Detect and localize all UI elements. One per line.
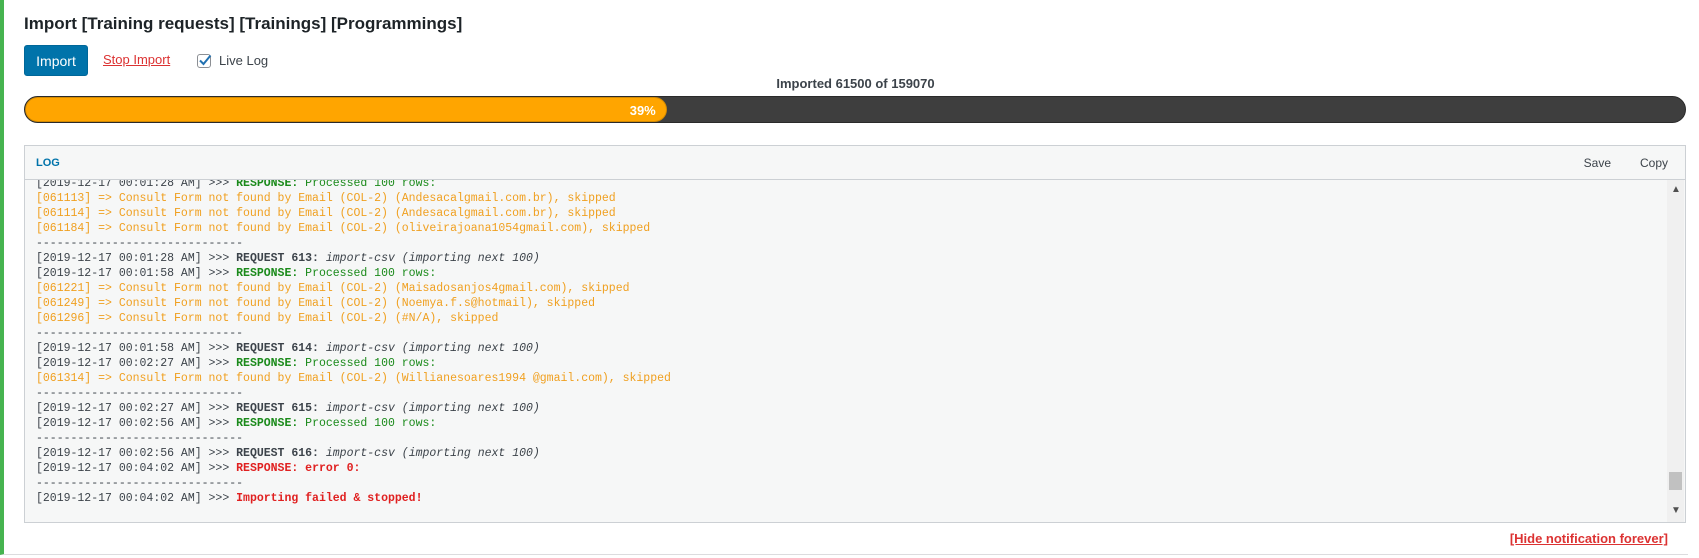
log-line-segment xyxy=(319,402,326,415)
scroll-up-icon[interactable]: ▲ xyxy=(1671,185,1681,195)
log-line-segment: [061314] => Consult Form not found by Em… xyxy=(36,372,671,385)
log-line-segment: [2019-12-17 00:01:28 AM] >>> xyxy=(36,252,237,265)
log-line: [061249] => Consult Form not found by Em… xyxy=(36,296,671,311)
scrollbar-thumb[interactable] xyxy=(1669,472,1682,490)
log-line-segment: Processed 100 rows: xyxy=(298,180,437,190)
log-line: [061184] => Consult Form not found by Em… xyxy=(36,221,671,236)
log-line: [2019-12-17 00:04:02 AM] >>> Importing f… xyxy=(36,491,671,506)
progress-percent: 39% xyxy=(629,103,656,118)
log-line-segment xyxy=(319,447,326,460)
log-line: [2019-12-17 00:01:58 AM] >>> REQUEST 614… xyxy=(36,341,671,356)
live-log-toggle[interactable]: Live Log xyxy=(197,53,268,68)
log-line: [2019-12-17 00:04:02 AM] >>> RESPONSE: e… xyxy=(36,461,671,476)
log-line-segment: [061221] => Consult Form not found by Em… xyxy=(36,282,630,295)
log-copy-button[interactable]: Copy xyxy=(1640,156,1668,170)
log-line: ------------------------------ xyxy=(36,431,671,446)
log-line-segment: Importing failed & stopped! xyxy=(236,492,423,505)
log-line: [061113] => Consult Form not found by Em… xyxy=(36,191,671,206)
live-log-label: Live Log xyxy=(219,53,269,68)
log-line-segment: import-csv (importing next 100) xyxy=(325,402,540,415)
log-line-segment: [2019-12-17 00:01:28 AM] >>> xyxy=(36,180,237,190)
log-line: ------------------------------ xyxy=(36,326,671,341)
live-log-checkbox[interactable] xyxy=(197,53,212,68)
log-line-segment: [061113] => Consult Form not found by Em… xyxy=(36,192,616,205)
scroll-down-icon[interactable]: ▼ xyxy=(1671,506,1681,516)
log-line-segment: import-csv (importing next 100) xyxy=(325,342,540,355)
log-line: [061221] => Consult Form not found by Em… xyxy=(36,281,671,296)
log-line: ------------------------------ xyxy=(36,476,671,491)
log-line-segment: import-csv (importing next 100) xyxy=(325,447,540,460)
log-line-segment: ------------------------------ xyxy=(36,387,244,400)
log-line-segment: [2019-12-17 00:02:27 AM] >>> xyxy=(36,402,237,415)
log-header: LOG Save Copy xyxy=(25,146,1685,180)
progress-status: Imported 61500 of 159070 xyxy=(776,76,935,91)
log-line-segment: ------------------------------ xyxy=(36,432,244,445)
log-line-segment: [2019-12-17 00:01:58 AM] >>> xyxy=(36,342,237,355)
log-line-segment: Processed 100 rows: xyxy=(298,267,437,280)
stop-import-link[interactable]: Stop Import xyxy=(103,52,170,67)
log-line: [061296] => Consult Form not found by Em… xyxy=(36,311,671,326)
log-line-segment: [2019-12-17 00:02:56 AM] >>> xyxy=(36,447,237,460)
log-line-segment: [2019-12-17 00:04:02 AM] >>> xyxy=(36,492,237,505)
log-line: [2019-12-17 00:01:58 AM] >>> RESPONSE: P… xyxy=(36,266,671,281)
log-line-segment: [2019-12-17 00:01:58 AM] >>> xyxy=(36,267,237,280)
log-line: ------------------------------ xyxy=(36,236,671,251)
log-line-segment: [061249] => Consult Form not found by Em… xyxy=(36,297,595,310)
log-line-segment: RESPONSE: xyxy=(236,180,299,190)
log-line-segment: [061184] => Consult Form not found by Em… xyxy=(36,222,651,235)
log-line: [061314] => Consult Form not found by Em… xyxy=(36,371,671,386)
log-line-segment: REQUEST 613: xyxy=(236,252,319,265)
log-line-segment xyxy=(319,342,326,355)
notice-title: Import [Training requests] [Trainings] [… xyxy=(24,14,463,33)
log-line-segment: [2019-12-17 00:02:27 AM] >>> xyxy=(36,357,237,370)
log-line-segment: REQUEST 616: xyxy=(236,447,319,460)
log-line: [2019-12-17 00:01:28 AM] >>> RESPONSE: P… xyxy=(36,180,671,191)
log-line: [2019-12-17 00:02:27 AM] >>> RESPONSE: P… xyxy=(36,356,671,371)
log-line-segment: ------------------------------ xyxy=(36,237,244,250)
import-notice: Import [Training requests] [Trainings] [… xyxy=(0,0,1688,555)
log-line: [061114] => Consult Form not found by Em… xyxy=(36,206,671,221)
log-line-segment: ------------------------------ xyxy=(36,327,244,340)
log-title: LOG xyxy=(36,157,60,169)
log-line-segment: import-csv (importing next 100) xyxy=(325,252,540,265)
log-line-segment: REQUEST 615: xyxy=(236,402,319,415)
log-line-segment: [061114] => Consult Form not found by Em… xyxy=(36,207,616,220)
log-line-segment: ------------------------------ xyxy=(36,477,244,490)
log-line-segment xyxy=(319,252,326,265)
log-line-segment: Processed 100 rows: xyxy=(298,417,437,430)
import-button[interactable]: Import xyxy=(24,45,88,76)
log-line: [2019-12-17 00:02:56 AM] >>> REQUEST 616… xyxy=(36,446,671,461)
log-line: [2019-12-17 00:02:56 AM] >>> RESPONSE: P… xyxy=(36,416,671,431)
log-line: [2019-12-17 00:02:27 AM] >>> REQUEST 615… xyxy=(36,401,671,416)
checkmark-icon xyxy=(199,54,212,65)
log-scrollbar[interactable]: ▲ ▼ xyxy=(1667,180,1684,522)
log-line-segment: [2019-12-17 00:02:56 AM] >>> xyxy=(36,417,237,430)
log-output[interactable]: [2019-12-17 00:01:28 AM] >>> RESPONSE: P… xyxy=(25,180,1667,522)
log-line-segment: RESPONSE: xyxy=(236,357,299,370)
log-save-button[interactable]: Save xyxy=(1584,156,1611,170)
log-line-segment: error 0: xyxy=(298,462,361,475)
log-line-segment: RESPONSE: xyxy=(236,417,299,430)
log-line: ------------------------------ xyxy=(36,386,671,401)
log-panel: LOG Save Copy [2019-12-17 00:01:28 AM] >… xyxy=(24,145,1686,523)
log-line-segment: [2019-12-17 00:04:02 AM] >>> xyxy=(36,462,237,475)
progress-bar: 39% xyxy=(24,96,1686,123)
log-line-segment: Processed 100 rows: xyxy=(298,357,437,370)
progress-fill: 39% xyxy=(25,97,667,122)
hide-notification-link[interactable]: [Hide notification forever] xyxy=(1510,531,1668,546)
log-line-segment: RESPONSE: xyxy=(236,267,299,280)
log-line-segment: REQUEST 614: xyxy=(236,342,319,355)
log-line-segment: RESPONSE: xyxy=(236,462,299,475)
log-line: [2019-12-17 00:01:28 AM] >>> REQUEST 613… xyxy=(36,251,671,266)
log-lines: [2019-12-17 00:01:28 AM] >>> RESPONSE: P… xyxy=(36,180,671,506)
log-line-segment: [061296] => Consult Form not found by Em… xyxy=(36,312,499,325)
